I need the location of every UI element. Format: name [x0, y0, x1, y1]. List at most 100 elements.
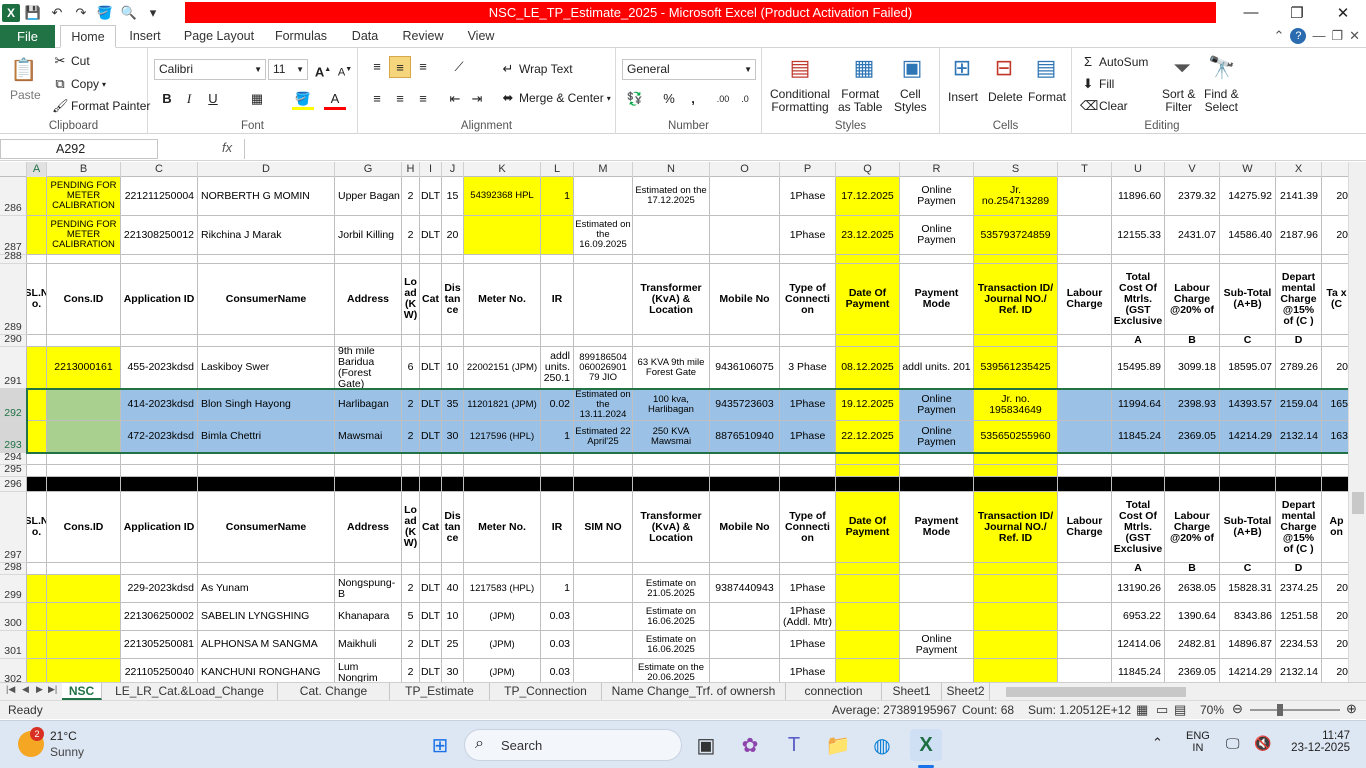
minimize-ribbon-icon[interactable]: ⌃	[1274, 28, 1285, 44]
cell-k-r302[interactable]: (JPM)	[464, 659, 541, 682]
cell-w-black296[interactable]	[1220, 477, 1276, 492]
cell-r-hdr2sub[interactable]	[900, 563, 974, 575]
cell-j-r291[interactable]: 10	[442, 347, 464, 389]
cell-d-r302[interactable]: KANCHUNI RONGHANG	[198, 659, 335, 682]
cell-n-hdr1sub[interactable]	[633, 335, 710, 347]
cell-s-hdr2[interactable]: Transaction ID/ Journal NO./ Ref. ID	[974, 492, 1058, 563]
cell-d-hdr1[interactable]: ConsumerName	[198, 264, 335, 335]
cell-c-r299[interactable]: 229-2023kdsd	[121, 575, 198, 603]
cell-q-hdr2[interactable]: Date Of Payment	[836, 492, 900, 563]
page-layout-view-icon[interactable]: ▭	[1156, 702, 1168, 718]
cell-i-r293[interactable]: DLT	[420, 421, 442, 453]
weather-temp[interactable]: 21°C	[50, 729, 77, 743]
cell-n-r302[interactable]: Estimate on the 20.06.2025	[633, 659, 710, 682]
zoom-out-icon[interactable]: ⊖	[1232, 701, 1243, 717]
cell-t-hdr2[interactable]: Labour Charge	[1058, 492, 1112, 563]
cell-v-r301[interactable]: 2482.81	[1165, 631, 1220, 659]
cell-s-r291[interactable]: 539561235425	[974, 347, 1058, 389]
cell-p-hdr2sub[interactable]	[780, 563, 836, 575]
decrease-indent-icon[interactable]: ⇤	[444, 88, 466, 110]
cell-g-r292[interactable]: Harlibagan	[335, 389, 402, 421]
select-all-corner[interactable]	[0, 162, 27, 177]
cell-u-r286[interactable]: 11896.60	[1112, 177, 1165, 216]
cell-d-r293[interactable]: Bimla Chettri	[198, 421, 335, 453]
cell-j-r300[interactable]: 10	[442, 603, 464, 631]
cell-g-hdr2sub[interactable]	[335, 563, 402, 575]
cell-c-hdr2[interactable]: Application ID	[121, 492, 198, 563]
edge-icon[interactable]: ◍	[866, 729, 898, 761]
cell-n-hdr1[interactable]: Transformer (KvA) & Location	[633, 264, 710, 335]
excel-app-icon[interactable]: X	[2, 3, 20, 22]
cell-v-blank294[interactable]	[1165, 453, 1220, 465]
column-header[interactable]: V	[1165, 162, 1220, 177]
cell-y-r299[interactable]: 20	[1322, 575, 1348, 603]
cell-u-r299[interactable]: 13190.26	[1112, 575, 1165, 603]
name-box[interactable]: A292	[0, 139, 158, 159]
row-header[interactable]: 295	[0, 463, 27, 477]
cell-l-r287[interactable]	[541, 216, 574, 255]
cell-y-r291[interactable]: 20	[1322, 347, 1348, 389]
autosum-button[interactable]: Σ AutoSum	[1080, 54, 1148, 70]
cell-q-black296[interactable]	[836, 477, 900, 492]
cell-o-blank288[interactable]	[710, 255, 780, 264]
start-icon[interactable]: ⊞	[424, 729, 456, 761]
cell-p-black296[interactable]	[780, 477, 836, 492]
cell-a-blank295[interactable]	[27, 465, 47, 477]
cell-i-r286[interactable]: DLT	[420, 177, 442, 216]
cell-m-blank294[interactable]	[574, 453, 633, 465]
cell-w-blank294[interactable]	[1220, 453, 1276, 465]
teams-icon[interactable]: T	[778, 729, 810, 761]
align-left-icon[interactable]: ≡	[366, 88, 388, 110]
column-header[interactable]: C	[121, 162, 198, 177]
cell-t-r299[interactable]	[1058, 575, 1112, 603]
cell-g-r300[interactable]: Khanapara	[335, 603, 402, 631]
tab-data[interactable]: Data	[344, 25, 386, 48]
column-header[interactable]: X	[1276, 162, 1322, 177]
column-header[interactable]: H	[402, 162, 420, 177]
cell-n-blank295[interactable]	[633, 465, 710, 477]
cell-d-r291[interactable]: Laskiboy Swer	[198, 347, 335, 389]
cell-d-r292[interactable]: Blon Singh Hayong	[198, 389, 335, 421]
column-header[interactable]: A	[27, 162, 47, 177]
format-as-table-button[interactable]: Format as Table	[838, 88, 882, 114]
sheet-tab[interactable]: Sheet2	[942, 683, 990, 700]
cell-w-r301[interactable]: 14896.87	[1220, 631, 1276, 659]
cell-y-hdr2[interactable]: Ap on	[1322, 492, 1348, 563]
cell-g-hdr1sub[interactable]	[335, 335, 402, 347]
cell-q-hdr1sub[interactable]	[836, 335, 900, 347]
cell-x-r291[interactable]: 2789.26	[1276, 347, 1322, 389]
cell-s-r287[interactable]: 535793724859	[974, 216, 1058, 255]
fill-bucket-icon[interactable]: 🪣	[94, 2, 116, 24]
copilot-icon[interactable]: ✿	[734, 729, 766, 761]
cell-y-r287[interactable]: 20	[1322, 216, 1348, 255]
cell-k-hdr1sub[interactable]	[464, 335, 541, 347]
cell-j-r292[interactable]: 35	[442, 389, 464, 421]
cell-a-r287[interactable]	[27, 216, 47, 255]
cell-q-r293[interactable]: 22.12.2025	[836, 421, 900, 453]
cell-l-blank295[interactable]	[541, 465, 574, 477]
cell-y-hdr1[interactable]: Ta x (C	[1322, 264, 1348, 335]
cell-x-r286[interactable]: 2141.39	[1276, 177, 1322, 216]
cell-k-r291[interactable]: 22002151 (JPM)	[464, 347, 541, 389]
cell-y-hdr1sub[interactable]	[1322, 335, 1348, 347]
currency-icon[interactable]: 💱	[624, 88, 646, 110]
cell-h-hdr2[interactable]: Lo ad (K W)	[402, 492, 420, 563]
align-center-icon[interactable]: ≡	[389, 88, 411, 110]
cell-u-hdr1[interactable]: Total Cost Of Mtrls. (GST Exclusive	[1112, 264, 1165, 335]
cell-x-hdr2sub[interactable]: D	[1276, 563, 1322, 575]
cell-k-r287[interactable]	[464, 216, 541, 255]
cell-k-black296[interactable]	[464, 477, 541, 492]
cell-g-r287[interactable]: Jorbil Killing	[335, 216, 402, 255]
increase-indent-icon[interactable]: ⇥	[466, 88, 488, 110]
cell-g-r293[interactable]: Mawsmai	[335, 421, 402, 453]
cell-r-r293[interactable]: Online Paymen	[900, 421, 974, 453]
sheet-tab[interactable]: TP_Connection	[490, 683, 602, 700]
cell-j-hdr1[interactable]: Dis tan ce	[442, 264, 464, 335]
cell-h-r287[interactable]: 2	[402, 216, 420, 255]
column-header[interactable]: U	[1112, 162, 1165, 177]
cell-m-black296[interactable]	[574, 477, 633, 492]
cell-p-hdr1sub[interactable]	[780, 335, 836, 347]
align-bottom-icon[interactable]: ≡	[412, 56, 434, 78]
cell-x-r287[interactable]: 2187.96	[1276, 216, 1322, 255]
cut-button[interactable]: ✂ Cut	[52, 53, 90, 69]
